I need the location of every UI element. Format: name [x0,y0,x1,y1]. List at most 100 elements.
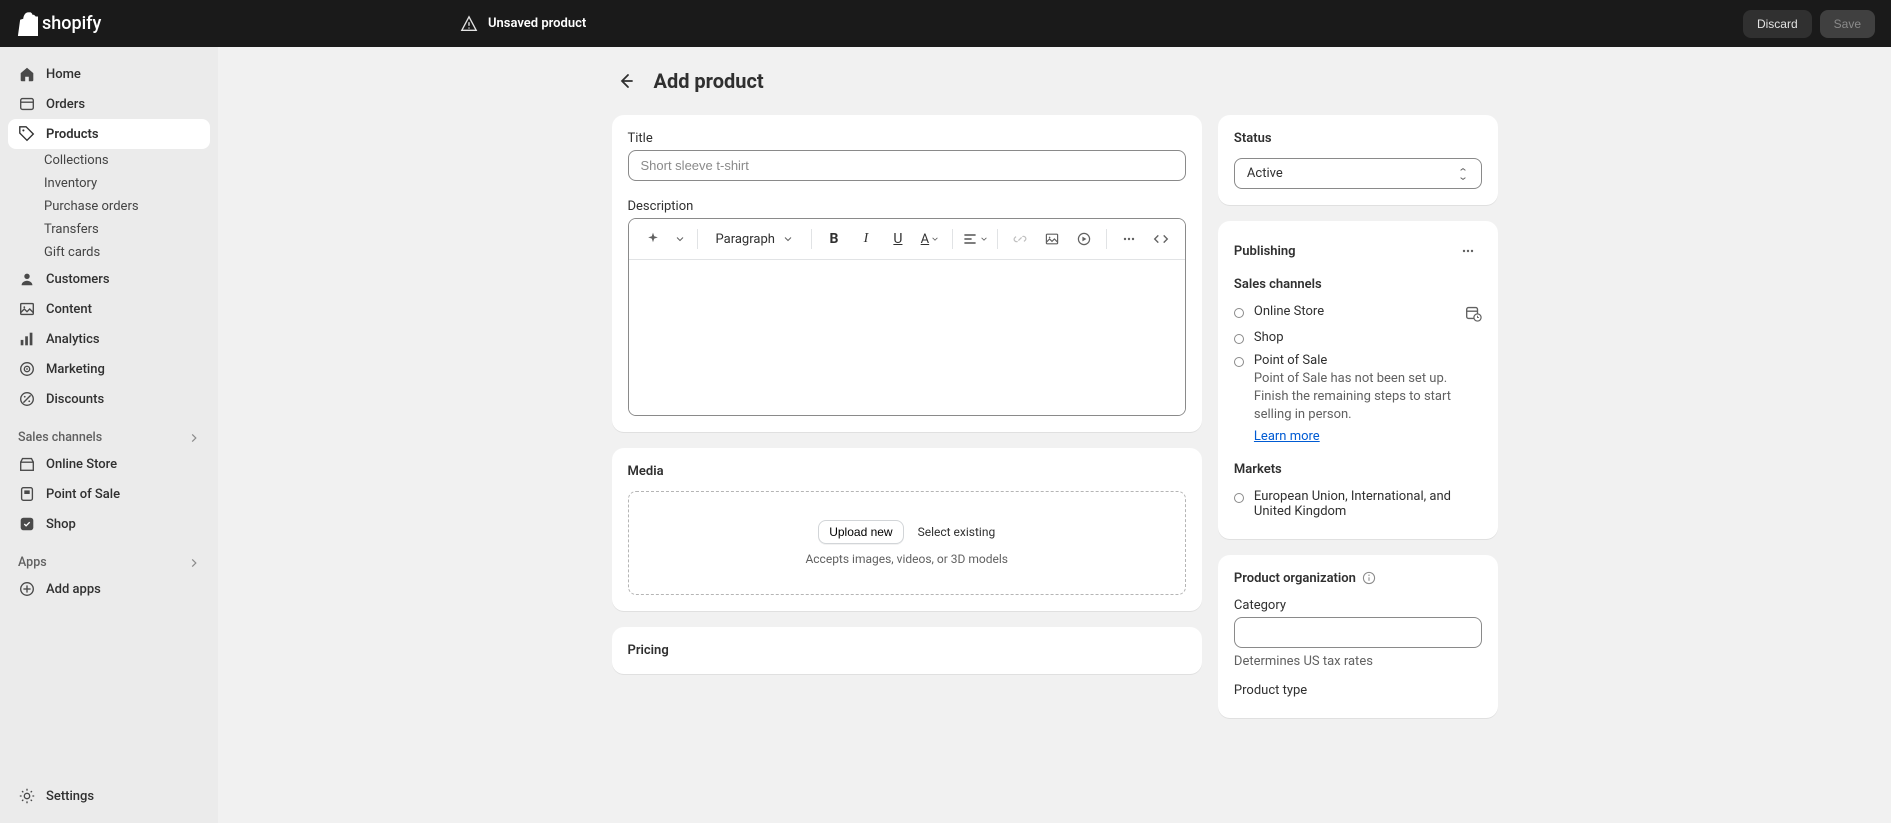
title-card: Title Description Paragraph [612,115,1202,432]
status-card: Status Active [1218,115,1498,205]
sidebar-item-customers[interactable]: Customers [8,264,210,294]
chevron-down-icon [783,234,793,244]
status-circle-icon [1234,357,1244,367]
warning-icon [460,15,478,33]
media-title: Media [628,464,1186,479]
rich-text-editor: Paragraph B I U A [628,218,1186,416]
underline-icon[interactable]: U [884,225,912,253]
channel-pos: Point of Sale Point of Sale has not been… [1234,349,1482,448]
sidebar-section-apps[interactable]: Apps [8,547,210,574]
status-select[interactable]: Active [1234,158,1482,189]
topbar: shopify Unsaved product Discard Save [0,0,1891,47]
select-existing-link[interactable]: Select existing [918,525,996,539]
page-title: Add product [654,69,764,93]
store-icon [18,455,36,473]
link-icon[interactable] [1006,225,1034,253]
more-icon[interactable] [1115,225,1143,253]
customers-icon [18,270,36,288]
title-label: Title [628,131,1186,146]
gear-icon [18,787,36,805]
code-view-icon[interactable] [1147,225,1175,253]
schedule-icon[interactable] [1464,304,1482,322]
sidebar-channel-pos[interactable]: Point of Sale [8,479,210,509]
status-title: Status [1234,131,1482,146]
markets-row: European Union, International, and Unite… [1234,485,1482,523]
sidebar-add-apps[interactable]: Add apps [8,574,210,604]
pos-note: Point of Sale has not been set up. Finis… [1254,370,1482,425]
channel-online-store: Online Store [1234,300,1482,326]
products-icon [18,125,36,143]
shop-icon [18,515,36,533]
home-icon [18,65,36,83]
orders-icon [18,95,36,113]
sidebar-channel-shop[interactable]: Shop [8,509,210,539]
sidebar-sub-gift-cards[interactable]: Gift cards [8,241,210,264]
product-type-label: Product type [1234,683,1482,698]
content-icon [18,300,36,318]
analytics-icon [18,330,36,348]
topbar-status: Unsaved product [460,15,586,33]
markets-subhead: Markets [1234,462,1482,477]
learn-more-link[interactable]: Learn more [1254,429,1320,444]
editor-toolbar: Paragraph B I U A [629,219,1185,260]
shopify-logo[interactable]: shopify [16,12,101,36]
sidebar-item-settings[interactable]: Settings [8,781,210,811]
italic-icon[interactable]: I [852,225,880,253]
ai-icon[interactable] [639,225,667,253]
sidebar-item-content[interactable]: Content [8,294,210,324]
pricing-card: Pricing [612,627,1202,674]
status-circle-icon [1234,334,1244,344]
back-button[interactable] [612,67,640,95]
save-button[interactable]: Save [1820,10,1875,38]
sidebar: Home Orders Products Collections Invento… [0,47,218,823]
sales-channels-subhead: Sales channels [1234,277,1482,292]
sidebar-sub-inventory[interactable]: Inventory [8,172,210,195]
sidebar-section-sales-channels[interactable]: Sales channels [8,422,210,449]
sidebar-item-analytics[interactable]: Analytics [8,324,210,354]
category-label: Category [1234,598,1482,613]
video-icon[interactable] [1070,225,1098,253]
align-icon[interactable] [961,225,989,253]
title-input[interactable] [628,150,1186,181]
text-color-icon[interactable]: A [916,225,944,253]
pricing-title: Pricing [628,643,1186,658]
bold-icon[interactable]: B [820,225,848,253]
sidebar-channel-online-store[interactable]: Online Store [8,449,210,479]
brand-text: shopify [42,13,101,34]
paragraph-selector[interactable]: Paragraph [706,228,803,251]
category-help: Determines US tax rates [1234,654,1482,669]
channel-shop: Shop [1234,326,1482,349]
main-content: Add product Title Description Paragraph [218,47,1891,823]
chevron-down-icon[interactable] [671,225,689,253]
chevron-right-icon [188,432,200,444]
sidebar-sub-transfers[interactable]: Transfers [8,218,210,241]
sidebar-item-home[interactable]: Home [8,59,210,89]
info-icon[interactable] [1362,571,1376,585]
status-circle-icon [1234,308,1244,318]
editor-body[interactable] [629,260,1185,415]
sidebar-item-marketing[interactable]: Marketing [8,354,210,384]
upload-new-button[interactable]: Upload new [818,520,903,544]
publishing-title: Publishing [1234,244,1296,259]
media-dropzone[interactable]: Upload new Select existing Accepts image… [628,491,1186,595]
sidebar-item-discounts[interactable]: Discounts [8,384,210,414]
unsaved-text: Unsaved product [488,16,586,31]
sidebar-sub-collections[interactable]: Collections [8,149,210,172]
org-title: Product organization [1234,571,1356,586]
sidebar-sub-purchase-orders[interactable]: Purchase orders [8,195,210,218]
pos-icon [18,485,36,503]
publishing-more-icon[interactable] [1454,237,1482,265]
image-icon[interactable] [1038,225,1066,253]
chevron-right-icon [188,557,200,569]
media-hint: Accepts images, videos, or 3D models [645,552,1169,566]
plus-icon [18,580,36,598]
sidebar-item-products[interactable]: Products [8,119,210,149]
discard-button[interactable]: Discard [1743,10,1812,38]
discounts-icon [18,390,36,408]
select-chevron-icon [1457,168,1469,180]
description-label: Description [628,199,1186,214]
media-card: Media Upload new Select existing Accepts… [612,448,1202,611]
publishing-card: Publishing Sales channels Online Store S… [1218,221,1498,539]
category-input[interactable] [1234,617,1482,648]
sidebar-item-orders[interactable]: Orders [8,89,210,119]
